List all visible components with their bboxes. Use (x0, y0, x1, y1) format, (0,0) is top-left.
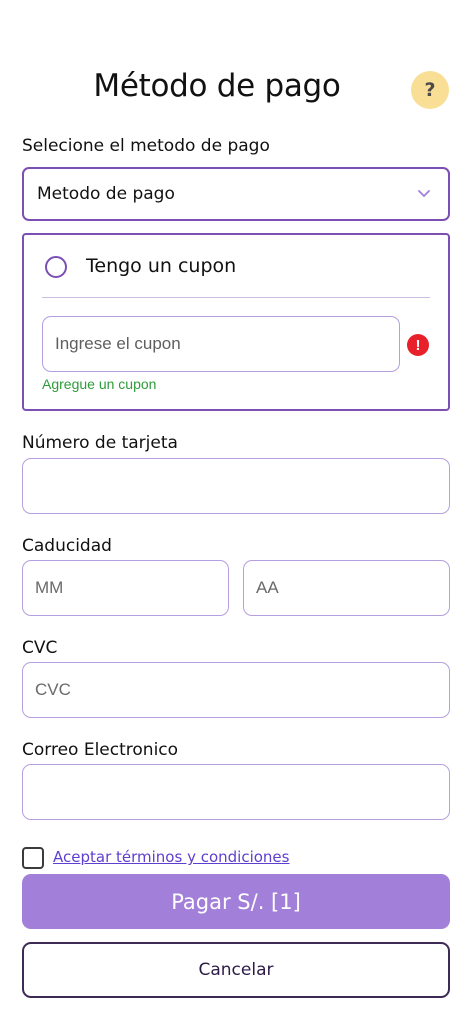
coupon-title: Tengo un cupon (86, 255, 237, 277)
card-number-input[interactable] (22, 458, 450, 514)
header: Método de pago ? (0, 68, 472, 114)
card-number-label: Número de tarjeta (22, 433, 178, 453)
cvc-input[interactable] (22, 662, 450, 718)
coupon-hint: Agregue un cupon (42, 376, 157, 392)
payment-method-label: Selecione el metodo de pago (22, 136, 270, 156)
coupon-radio[interactable] (45, 256, 67, 278)
chevron-down-icon (418, 190, 430, 197)
payment-method-select[interactable]: Metodo de pago (22, 167, 450, 221)
cancel-button[interactable]: Cancelar (22, 942, 450, 998)
help-icon[interactable]: ? (411, 71, 449, 109)
email-input[interactable] (22, 764, 450, 820)
expiry-label: Caducidad (22, 536, 112, 556)
cvc-label: CVC (22, 638, 58, 658)
coupon-section: Tengo un cupon ! Agregue un cupon (22, 233, 450, 411)
email-label: Correo Electronico (22, 740, 179, 760)
expiry-month-input[interactable] (22, 560, 229, 616)
pay-button[interactable]: Pagar S/. [1] (22, 874, 450, 929)
expiry-year-input[interactable] (243, 560, 450, 616)
payment-method-selected-value: Metodo de pago (37, 184, 175, 204)
payment-method-screen: Método de pago ? Selecione el metodo de … (0, 0, 472, 1024)
coupon-input[interactable] (42, 316, 400, 372)
page-title: Método de pago (93, 68, 341, 104)
coupon-divider (42, 297, 430, 298)
error-icon: ! (407, 334, 429, 356)
terms-checkbox[interactable] (22, 847, 44, 869)
terms-link[interactable]: Aceptar términos y condiciones (53, 848, 289, 866)
